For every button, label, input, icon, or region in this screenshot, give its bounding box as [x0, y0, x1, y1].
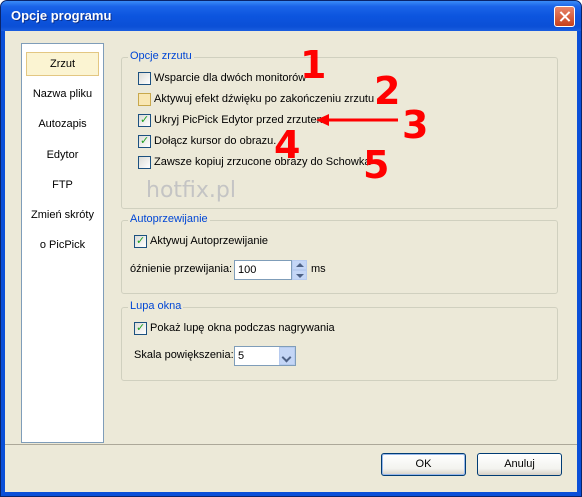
chevron-down-icon[interactable]: [279, 347, 295, 365]
checkbox-box: [138, 156, 151, 169]
autoscroll-group: Autoprzewijanie Aktywuj Autoprzewijanie …: [121, 213, 558, 294]
autoscroll-title: Autoprzewijanie: [128, 213, 210, 225]
sidebar-item-ftp[interactable]: FTP: [26, 173, 99, 197]
zoom-scale-label: Skala powiększenia:: [134, 349, 234, 361]
scroll-delay-label: óźnienie przewijania:: [130, 263, 233, 275]
sidebar-item-zmien-skroty[interactable]: Zmień skróty: [26, 203, 99, 227]
spinner-up-icon[interactable]: [292, 260, 307, 270]
checkbox-box: [138, 112, 151, 128]
sidebar-item-autozapis[interactable]: Autozapis: [26, 112, 99, 136]
dialog-body: Zrzut Nazwa pliku Autozapis Edytor FTP Z…: [5, 31, 577, 492]
annotation-arrow: [316, 114, 398, 126]
close-button[interactable]: [554, 6, 575, 27]
options-window: Opcje programu Zrzut Nazwa pliku Autozap…: [0, 0, 582, 497]
checkbox-box: [134, 320, 147, 336]
sound-effect-label: Aktywuj efekt dźwięku po zakończeniu zrz…: [154, 93, 375, 105]
zoom-scale-select[interactable]: 5: [234, 346, 296, 366]
scroll-delay-value: 100: [238, 264, 257, 276]
annotation-4: 4: [274, 123, 301, 167]
checkbox-box: [138, 93, 151, 106]
spinner-down-icon[interactable]: [292, 270, 307, 280]
checkbox-box: [138, 133, 151, 149]
sidebar-item-nazwa-pliku[interactable]: Nazwa pliku: [26, 82, 99, 106]
annotation-1: 1: [300, 43, 327, 87]
autoscroll-label: Aktywuj Autoprzewijanie: [150, 235, 269, 247]
scroll-delay-unit: ms: [311, 263, 326, 275]
options-sidebar: Zrzut Nazwa pliku Autozapis Edytor FTP Z…: [21, 43, 104, 443]
zoom-scale-value: 5: [238, 350, 245, 362]
include-cursor-label: Dołącz kursor do obrazu.: [154, 135, 277, 147]
scroll-delay-input[interactable]: 100: [234, 260, 292, 280]
footer-divider: [5, 444, 577, 445]
annotation-2: 2: [374, 69, 401, 113]
checkbox-box: [138, 72, 151, 85]
annotation-3: 3: [402, 103, 429, 147]
copy-clipboard-label: Zawsze kopiuj zrzucone obrazy do Schowka: [154, 156, 371, 168]
capture-options-group: Opcje zrzutu Wsparcie dla dwóch monitoró…: [121, 50, 558, 209]
window-title: Opcje programu: [11, 8, 112, 23]
dual-monitor-label: Wsparcie dla dwóch monitorów: [154, 72, 307, 84]
magnifier-title: Lupa okna: [128, 300, 184, 312]
ok-button[interactable]: OK: [381, 453, 466, 476]
annotation-5: 5: [363, 143, 390, 187]
watermark-text: hotfix.pl: [146, 178, 236, 203]
cancel-button[interactable]: Anuluj: [477, 453, 562, 476]
sidebar-item-o-picpick[interactable]: o PicPick: [26, 233, 99, 257]
title-bar[interactable]: Opcje programu: [1, 1, 581, 31]
magnifier-label: Pokaż lupę okna podczas nagrywania: [150, 322, 335, 334]
magnifier-group: Lupa okna Pokaż lupę okna podczas nagryw…: [121, 300, 558, 381]
checkbox-box: [134, 233, 147, 249]
sidebar-item-edytor[interactable]: Edytor: [26, 143, 99, 167]
sidebar-item-zrzut[interactable]: Zrzut: [26, 52, 99, 76]
capture-options-title: Opcje zrzutu: [128, 50, 194, 62]
scroll-delay-spinner[interactable]: [292, 260, 307, 280]
